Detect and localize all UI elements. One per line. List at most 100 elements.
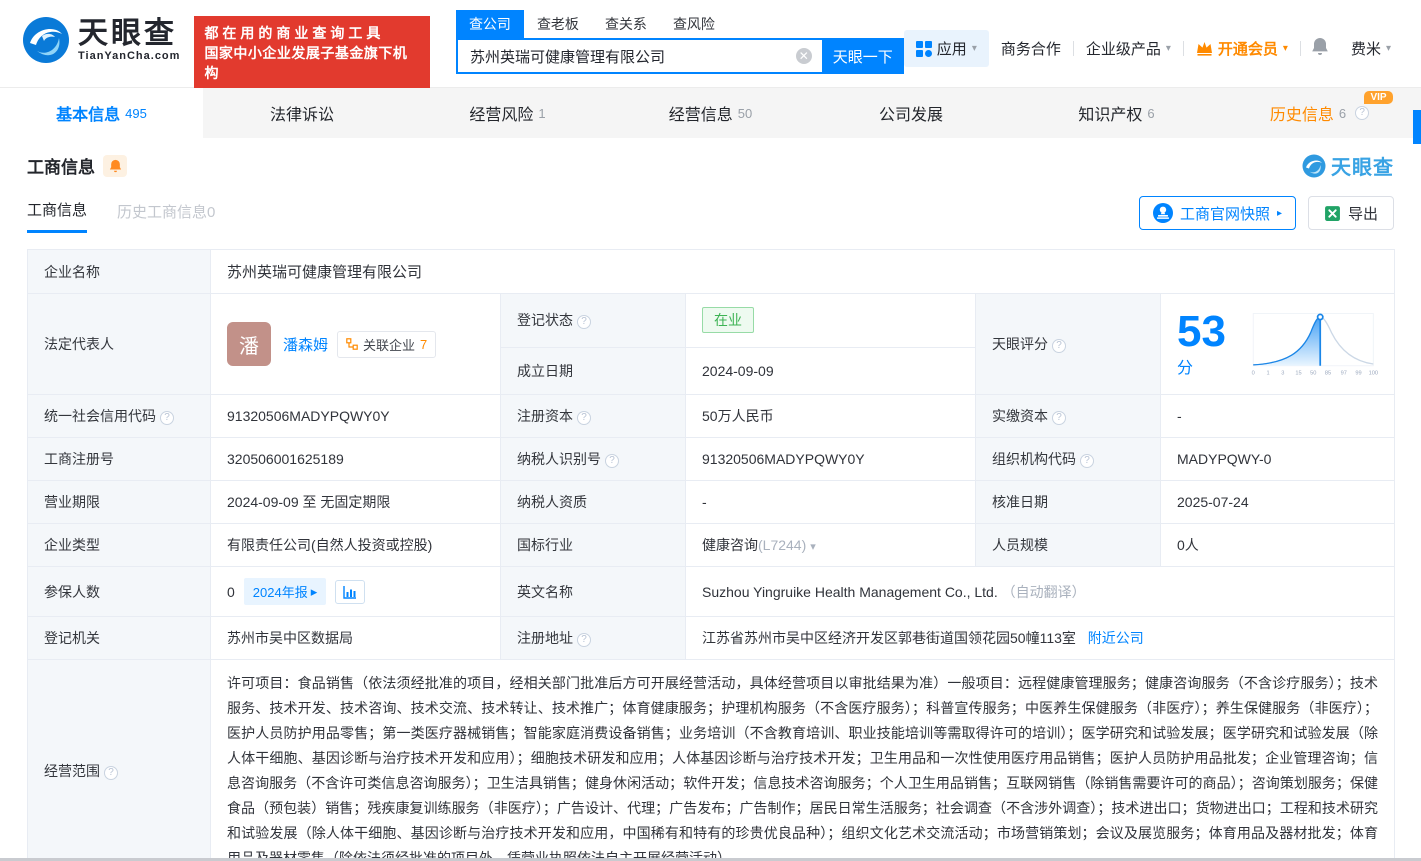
table-row: 工商注册号 320506001625189 纳税人识别号? 91320506MA… [28, 438, 1395, 481]
table-row: 经营范围? 许可项目：食品销售（依法须经批准的项目，经相关部门批准后方可开展经营… [28, 660, 1395, 861]
help-icon[interactable]: ? [577, 411, 591, 425]
help-icon[interactable]: ? [1355, 106, 1369, 120]
clear-search-icon[interactable]: ✕ [796, 48, 812, 64]
company-name-value: 苏州英瑞可健康管理有限公司 [211, 250, 1395, 294]
main-content: 工商信息 天眼查 工商信息 历史工商信息0 [0, 151, 1421, 861]
tab-operating-info[interactable]: 经营信息50 [609, 88, 812, 138]
logo-domain: TianYanCha.com [78, 50, 180, 62]
industry-value[interactable]: 健康咨询(L7244)▾ [686, 524, 976, 567]
taxpayer-qualification-value: - [686, 481, 976, 524]
subtab-business-info[interactable]: 工商信息 [27, 199, 87, 233]
help-icon[interactable]: ? [1052, 411, 1066, 425]
registered-address-label: 注册地址? [501, 617, 686, 660]
help-icon[interactable]: ? [160, 411, 174, 425]
svg-text:50: 50 [1310, 370, 1316, 376]
insured-count-cell: 0 2024年报▸ [211, 567, 501, 617]
legal-rep-avatar[interactable]: 潘 [227, 322, 271, 366]
search-button[interactable]: 天眼一下 [822, 38, 904, 74]
help-icon[interactable]: ? [104, 766, 118, 780]
svg-text:85: 85 [1324, 370, 1330, 376]
tianyancha-logo-icon [22, 16, 70, 64]
establish-date-value: 2024-09-09 [686, 347, 976, 394]
nav-cooperation[interactable]: 商务合作 [989, 38, 1073, 59]
legal-rep-label: 法定代表人 [28, 294, 211, 395]
reg-status-cell: 在业 [686, 294, 976, 348]
tab-history-info[interactable]: VIP 历史信息6 ? [1218, 88, 1421, 138]
registered-address-cell: 江苏省苏州市吴中区经济开发区郭巷街道国领花园50幢113室 附近公司 [686, 617, 1395, 660]
export-button[interactable]: 导出 [1308, 196, 1394, 230]
tab-operating-risk[interactable]: 经营风险1 [406, 88, 609, 138]
registration-number-value: 320506001625189 [211, 438, 501, 481]
help-icon[interactable]: ? [577, 315, 591, 329]
paidin-capital-value: - [1161, 395, 1395, 438]
table-row: 参保人数 0 2024年报▸ 英文名称 [28, 567, 1395, 617]
watermark-logo-icon [1302, 154, 1326, 178]
insured-trend-icon[interactable] [335, 580, 365, 604]
slogan-banner: 都在用的商业查询工具 国家中小企业发展子基金旗下机构 [194, 16, 430, 90]
tab-basic-info[interactable]: 基本信息495 [0, 88, 203, 138]
search-tab-risk[interactable]: 查风险 [660, 10, 728, 38]
search-tab-relation[interactable]: 查关系 [592, 10, 660, 38]
org-code-value: MADYPQWY-0 [1161, 438, 1395, 481]
table-row: 营业期限 2024-09-09 至 无固定期限 纳税人资质 - 核准日期 202… [28, 481, 1395, 524]
nav-enterprise-products[interactable]: 企业级产品▾ [1074, 38, 1183, 59]
registered-capital-value: 50万人民币 [686, 395, 976, 438]
subscribe-bell-icon[interactable] [103, 155, 127, 177]
approval-date-label: 核准日期 [976, 481, 1161, 524]
svg-text:0: 0 [1251, 370, 1254, 376]
company-name-label: 企业名称 [28, 250, 211, 294]
org-code-label: 组织机构代码? [976, 438, 1161, 481]
company-type-label: 企业类型 [28, 524, 211, 567]
insured-count-label: 参保人数 [28, 567, 211, 617]
svg-text:100: 100 [1368, 370, 1377, 376]
tab-intellectual-property[interactable]: 知识产权6 [1015, 88, 1218, 138]
company-type-value: 有限责任公司(自然人投资或控股) [211, 524, 501, 567]
help-icon[interactable]: ? [1080, 454, 1094, 468]
side-panel-handle[interactable] [1413, 110, 1421, 144]
site-header: 天眼查 TianYanCha.com 都在用的商业查询工具 国家中小企业发展子基… [0, 0, 1421, 88]
industry-label: 国标行业 [501, 524, 686, 567]
search-input[interactable] [456, 38, 822, 74]
tab-legal-proceedings[interactable]: 法律诉讼 [203, 88, 406, 138]
nav-open-vip[interactable]: 开通会员▾ [1184, 38, 1300, 59]
search-area: 查公司 查老板 查关系 查风险 ✕ 天眼一下 [456, 10, 904, 74]
credit-code-label: 统一社会信用代码? [28, 395, 211, 438]
credit-code-value: 91320506MADYPQWY0Y [211, 395, 501, 438]
section-title: 工商信息 [27, 153, 95, 178]
slogan-line1: 都在用的商业查询工具 [204, 23, 420, 43]
english-name-cell: Suzhou Yingruike Health Management Co., … [686, 567, 1395, 617]
nearby-companies-link[interactable]: 附近公司 [1088, 630, 1144, 646]
help-icon[interactable]: ? [1052, 339, 1066, 353]
business-scope-cell: 许可项目：食品销售（依法须经批准的项目，经相关部门批准后方可开展经营活动，具体经… [211, 660, 1395, 861]
nav-apps[interactable]: 应用▾ [904, 30, 989, 67]
tab-company-development[interactable]: 公司发展 [812, 88, 1015, 138]
help-icon[interactable]: ? [605, 454, 619, 468]
chevron-right-icon: ▸ [311, 584, 318, 600]
annual-report-badge[interactable]: 2024年报▸ [244, 578, 326, 605]
official-snapshot-button[interactable]: 工商官网快照 ▸ [1139, 196, 1296, 230]
business-scope-text: 许可项目：食品销售（依法须经批准的项目，经相关部门批准后方可开展经营活动，具体经… [227, 671, 1378, 861]
tianyancha-watermark: 天眼查 [1302, 151, 1394, 180]
search-tab-boss[interactable]: 查老板 [524, 10, 592, 38]
subtab-history-business-info[interactable]: 历史工商信息0 [117, 201, 215, 232]
help-icon[interactable]: ? [577, 633, 591, 647]
registered-capital-label: 注册资本? [501, 395, 686, 438]
business-scope-label: 经营范围? [28, 660, 211, 861]
approval-date-value: 2025-07-24 [1161, 481, 1395, 524]
status-badge: 在业 [702, 307, 754, 333]
nav-user-menu[interactable]: 费米▾ [1339, 38, 1403, 59]
legal-rep-name-link[interactable]: 潘森姆 [283, 334, 328, 355]
search-tab-company[interactable]: 查公司 [456, 10, 524, 38]
company-detail-tabs: 基本信息495 法律诉讼 经营风险1 经营信息50 公司发展 知识产权6 VIP… [0, 88, 1421, 138]
related-companies-badge[interactable]: 关联企业 7 [337, 331, 436, 358]
registry-authority-label: 登记机关 [28, 617, 211, 660]
table-row: 统一社会信用代码? 91320506MADYPQWY0Y 注册资本? 50万人民… [28, 395, 1395, 438]
top-nav: 应用▾ 商务合作 企业级产品▾ 开通会员▾ 费米▾ [904, 30, 1403, 67]
search-tabs: 查公司 查老板 查关系 查风险 [456, 10, 904, 38]
tianyancha-logo[interactable]: 天眼查 TianYanCha.com [22, 16, 180, 64]
notification-bell-icon[interactable] [1301, 37, 1339, 60]
taxpayer-qualification-label: 纳税人资质 [501, 481, 686, 524]
stamp-icon [1153, 203, 1173, 223]
english-name-value: Suzhou Yingruike Health Management Co., … [702, 584, 998, 600]
taxpayer-id-value: 91320506MADYPQWY0Y [686, 438, 976, 481]
